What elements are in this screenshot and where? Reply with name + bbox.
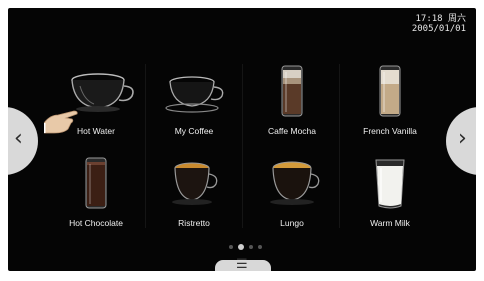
warm-milk-glass-icon [342, 152, 438, 214]
coffee-machine-screen: 17:18 周六 2005/01/01 Hot Water My Coffee … [8, 8, 476, 271]
french-vanilla-glass-icon [342, 60, 438, 122]
grid-divider [242, 64, 243, 228]
drink-label: Warm Milk [370, 218, 410, 228]
chevron-left-icon: ‹ [14, 126, 23, 151]
previous-page-button[interactable]: ‹ [8, 107, 38, 175]
page-dot[interactable] [258, 245, 262, 249]
drink-tile-lungo[interactable]: Lungo [244, 152, 340, 234]
my-coffee-cup-icon [146, 60, 242, 122]
hamburger-menu-icon: ☰ [236, 257, 248, 271]
drink-grid: Hot Water My Coffee Caffe Mocha French V… [48, 60, 438, 240]
ristretto-cup-icon [146, 152, 242, 214]
page-dot[interactable] [249, 245, 253, 249]
drink-tile-french-vanilla[interactable]: French Vanilla [342, 60, 438, 142]
drink-label: My Coffee [174, 126, 214, 136]
drink-label: Hot Chocolate [69, 218, 123, 228]
status-date: 2005/01/01 [411, 24, 466, 34]
status-clock: 17:18 周六 2005/01/01 [412, 14, 466, 34]
drink-tile-ristretto[interactable]: Ristretto [146, 152, 242, 234]
hot-chocolate-glass-icon [48, 152, 144, 214]
lungo-cup-icon [244, 152, 340, 214]
next-page-button[interactable]: › [446, 107, 476, 175]
page-dot[interactable] [229, 245, 233, 249]
drink-label: Ristretto [178, 218, 210, 228]
chevron-right-icon: › [458, 126, 467, 151]
caffe-mocha-glass-icon [244, 60, 340, 122]
drink-tile-my-coffee[interactable]: My Coffee [146, 60, 242, 142]
drink-label: Lungo [280, 218, 304, 228]
pointing-hand-icon [42, 105, 84, 139]
status-time: 17:18 周六 [415, 14, 466, 24]
drink-tile-hot-chocolate[interactable]: Hot Chocolate [48, 152, 144, 234]
drink-tile-caffe-mocha[interactable]: Caffe Mocha [244, 60, 340, 142]
menu-button[interactable]: ☰ [215, 257, 271, 271]
drink-tile-warm-milk[interactable]: Warm Milk [342, 152, 438, 234]
drink-label: Caffe Mocha [267, 126, 317, 136]
drink-label: French Vanilla [363, 126, 417, 136]
page-dot-active[interactable] [238, 244, 244, 250]
